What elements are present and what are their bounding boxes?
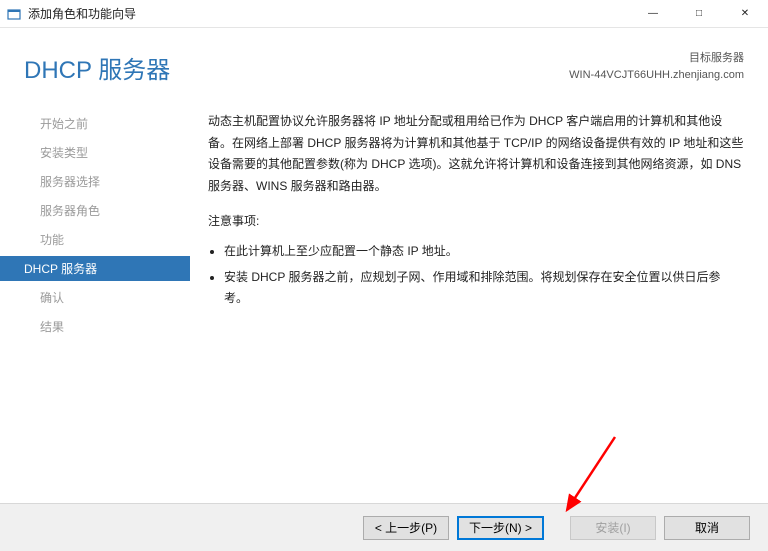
sidebar-item-server-roles[interactable]: 服务器角色: [0, 198, 190, 223]
next-button[interactable]: 下一步(N) >: [457, 516, 544, 540]
list-item: 安装 DHCP 服务器之前，应规划子网、作用域和排除范围。将规划保存在安全位置以…: [224, 267, 744, 310]
sidebar-item-install-type[interactable]: 安装类型: [0, 140, 190, 165]
previous-button[interactable]: < 上一步(P): [363, 516, 449, 540]
sidebar-item-results[interactable]: 结果: [0, 314, 190, 339]
sidebar-item-label: 开始之前: [40, 117, 88, 131]
wizard-header: DHCP 服务器 目标服务器 WIN-44VCJT66UHH.zhenjiang…: [0, 28, 768, 97]
minimize-button[interactable]: —: [630, 0, 676, 27]
sidebar-item-label: DHCP 服务器: [24, 262, 97, 276]
sidebar-item-confirm[interactable]: 确认: [0, 285, 190, 310]
window-controls: — □ ✕: [630, 0, 768, 27]
sidebar-item-dhcp-server[interactable]: DHCP 服务器: [0, 256, 190, 281]
page-title: DHCP 服务器: [24, 50, 170, 85]
sidebar-item-label: 服务器选择: [40, 175, 100, 189]
wizard-icon: [6, 6, 22, 22]
wizard-footer: < 上一步(P) 下一步(N) > 安装(I) 取消: [0, 503, 768, 551]
list-item: 在此计算机上至少应配置一个静态 IP 地址。: [224, 241, 744, 263]
notes-list: 在此计算机上至少应配置一个静态 IP 地址。 安装 DHCP 服务器之前，应规划…: [208, 241, 744, 310]
wizard-body: 开始之前 安装类型 服务器选择 服务器角色 功能 DHCP 服务器 确认 结果 …: [0, 97, 768, 507]
close-button[interactable]: ✕: [722, 0, 768, 27]
sidebar-item-label: 服务器角色: [40, 204, 100, 218]
sidebar-item-features[interactable]: 功能: [0, 227, 190, 252]
target-server-value: WIN-44VCJT66UHH.zhenjiang.com: [569, 67, 744, 84]
sidebar-item-before-begin[interactable]: 开始之前: [0, 111, 190, 136]
cancel-button[interactable]: 取消: [664, 516, 750, 540]
window-title: 添加角色和功能向导: [28, 5, 630, 22]
sidebar-item-server-selection[interactable]: 服务器选择: [0, 169, 190, 194]
content-description: 动态主机配置协议允许服务器将 IP 地址分配或租用给已作为 DHCP 客户端启用…: [208, 111, 744, 197]
sidebar-item-label: 功能: [40, 233, 64, 247]
install-button: 安装(I): [570, 516, 656, 540]
titlebar: 添加角色和功能向导 — □ ✕: [0, 0, 768, 28]
sidebar-item-label: 安装类型: [40, 146, 88, 160]
sidebar-item-label: 结果: [40, 320, 64, 334]
notes-title: 注意事项:: [208, 211, 744, 233]
content: 动态主机配置协议允许服务器将 IP 地址分配或租用给已作为 DHCP 客户端启用…: [190, 97, 768, 507]
target-server-info: 目标服务器 WIN-44VCJT66UHH.zhenjiang.com: [569, 50, 744, 83]
target-server-label: 目标服务器: [569, 50, 744, 67]
maximize-button[interactable]: □: [676, 0, 722, 27]
sidebar: 开始之前 安装类型 服务器选择 服务器角色 功能 DHCP 服务器 确认 结果: [0, 97, 190, 507]
sidebar-item-label: 确认: [40, 291, 64, 305]
